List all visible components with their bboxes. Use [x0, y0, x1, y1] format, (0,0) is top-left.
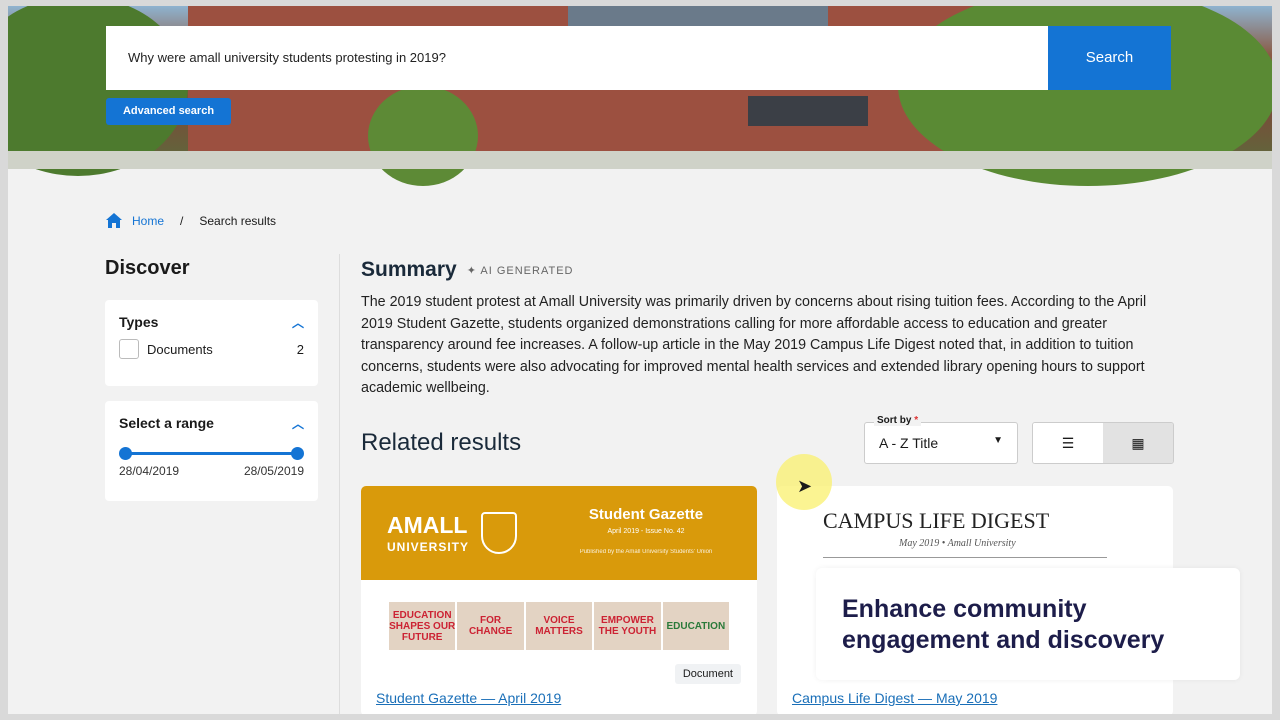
ai-badge-label: AI GENERATED: [480, 264, 574, 277]
mouse-cursor-icon: ➤: [797, 476, 813, 496]
chevron-up-icon[interactable]: ︿: [292, 415, 304, 432]
sign: EDUCATION: [662, 602, 730, 650]
cover-issue: April 2019 - Issue No. 42: [607, 528, 685, 535]
breadcrumb-separator: /: [180, 213, 184, 228]
home-icon[interactable]: [106, 213, 122, 228]
amall-logo: AMALL UNIVERSITY: [387, 512, 470, 555]
sign: VOICE MATTERS: [525, 602, 593, 650]
range-start-handle[interactable]: [119, 447, 132, 460]
breadcrumb: Home / Search results: [106, 213, 276, 228]
summary-heading: Summary ✦ AI GENERATED: [361, 258, 573, 282]
list-view-button[interactable]: ☰: [1033, 423, 1103, 463]
shield-logo-icon: [481, 512, 517, 554]
promo-overlay: Enhance community engagement and discove…: [816, 568, 1240, 680]
filter-documents[interactable]: Documents 2: [119, 339, 304, 359]
result-card[interactable]: AMALL UNIVERSITY Student Gazette April 20…: [361, 486, 757, 714]
divider: [339, 254, 340, 714]
documents-label: Documents: [147, 341, 213, 357]
breadcrumb-current: Search results: [199, 213, 277, 228]
page: Why were amall university students prote…: [8, 6, 1272, 714]
result-link[interactable]: Student Gazette — April 2019: [376, 690, 561, 706]
advanced-search-button[interactable]: Advanced search: [106, 98, 231, 125]
sort-value: A - Z Title: [879, 435, 939, 451]
range-filter: Select a range ︿ 28/04/2019 28/05/2019: [105, 401, 318, 501]
summary-text: The 2019 student protest at Amall Univer…: [361, 294, 1147, 396]
ai-generated-badge: ✦ AI GENERATED: [467, 264, 574, 277]
sign: FOR CHANGE: [457, 602, 524, 650]
summary-title: Summary: [361, 258, 457, 281]
sparkle-icon: ✦: [466, 264, 481, 277]
breadcrumb-home[interactable]: Home: [132, 214, 164, 228]
grid-view-button[interactable]: ▦: [1103, 423, 1173, 463]
types-title: Types: [119, 314, 159, 330]
cover-title: Student Gazette: [588, 506, 704, 523]
related-results-heading: Related results: [361, 429, 522, 456]
types-header[interactable]: Types ︿: [119, 314, 304, 331]
discover-heading: Discover: [105, 257, 190, 279]
cover-subtitle: May 2019 • Amall University: [899, 538, 1016, 549]
documents-count: 2: [296, 341, 304, 357]
cover-title: CAMPUS LIFE DIGEST: [823, 508, 1050, 533]
list-icon: ☰: [1061, 434, 1075, 451]
view-toggle: ☰ ▦: [1032, 422, 1174, 464]
sort-label: Sort by *: [874, 415, 922, 426]
chevron-up-icon[interactable]: ︿: [292, 314, 304, 331]
cover-publisher: Published by the Amall University Studen…: [579, 549, 713, 555]
sign: EMPOWER THE YOUTH: [594, 602, 661, 650]
protest-image: EDUCATION SHAPES OUR FUTURE FOR CHANGE V…: [389, 602, 730, 650]
date-range-slider[interactable]: [119, 444, 304, 464]
sign: EDUCATION SHAPES OUR FUTURE: [389, 602, 456, 650]
range-from: 28/04/2019: [119, 464, 180, 478]
search-input[interactable]: Why were amall university students prote…: [106, 26, 1048, 90]
grid-icon: ▦: [1131, 434, 1145, 451]
range-header[interactable]: Select a range ︿: [119, 415, 304, 432]
range-to: 28/05/2019: [243, 464, 304, 478]
caret-down-icon: ▼: [993, 435, 1003, 446]
sort-select[interactable]: A - Z Title ▼: [864, 422, 1018, 464]
divider: [823, 557, 1107, 558]
gazette-cover: AMALL UNIVERSITY Student Gazette April 20…: [361, 486, 757, 580]
range-title: Select a range: [119, 415, 214, 431]
range-end-handle[interactable]: [291, 447, 304, 460]
types-filter: Types ︿ Documents 2: [105, 300, 318, 386]
type-badge: Document: [674, 664, 741, 684]
documents-checkbox[interactable]: [119, 339, 139, 359]
result-link[interactable]: Campus Life Digest — May 2019: [792, 690, 997, 706]
search-button[interactable]: Search: [1048, 26, 1171, 90]
